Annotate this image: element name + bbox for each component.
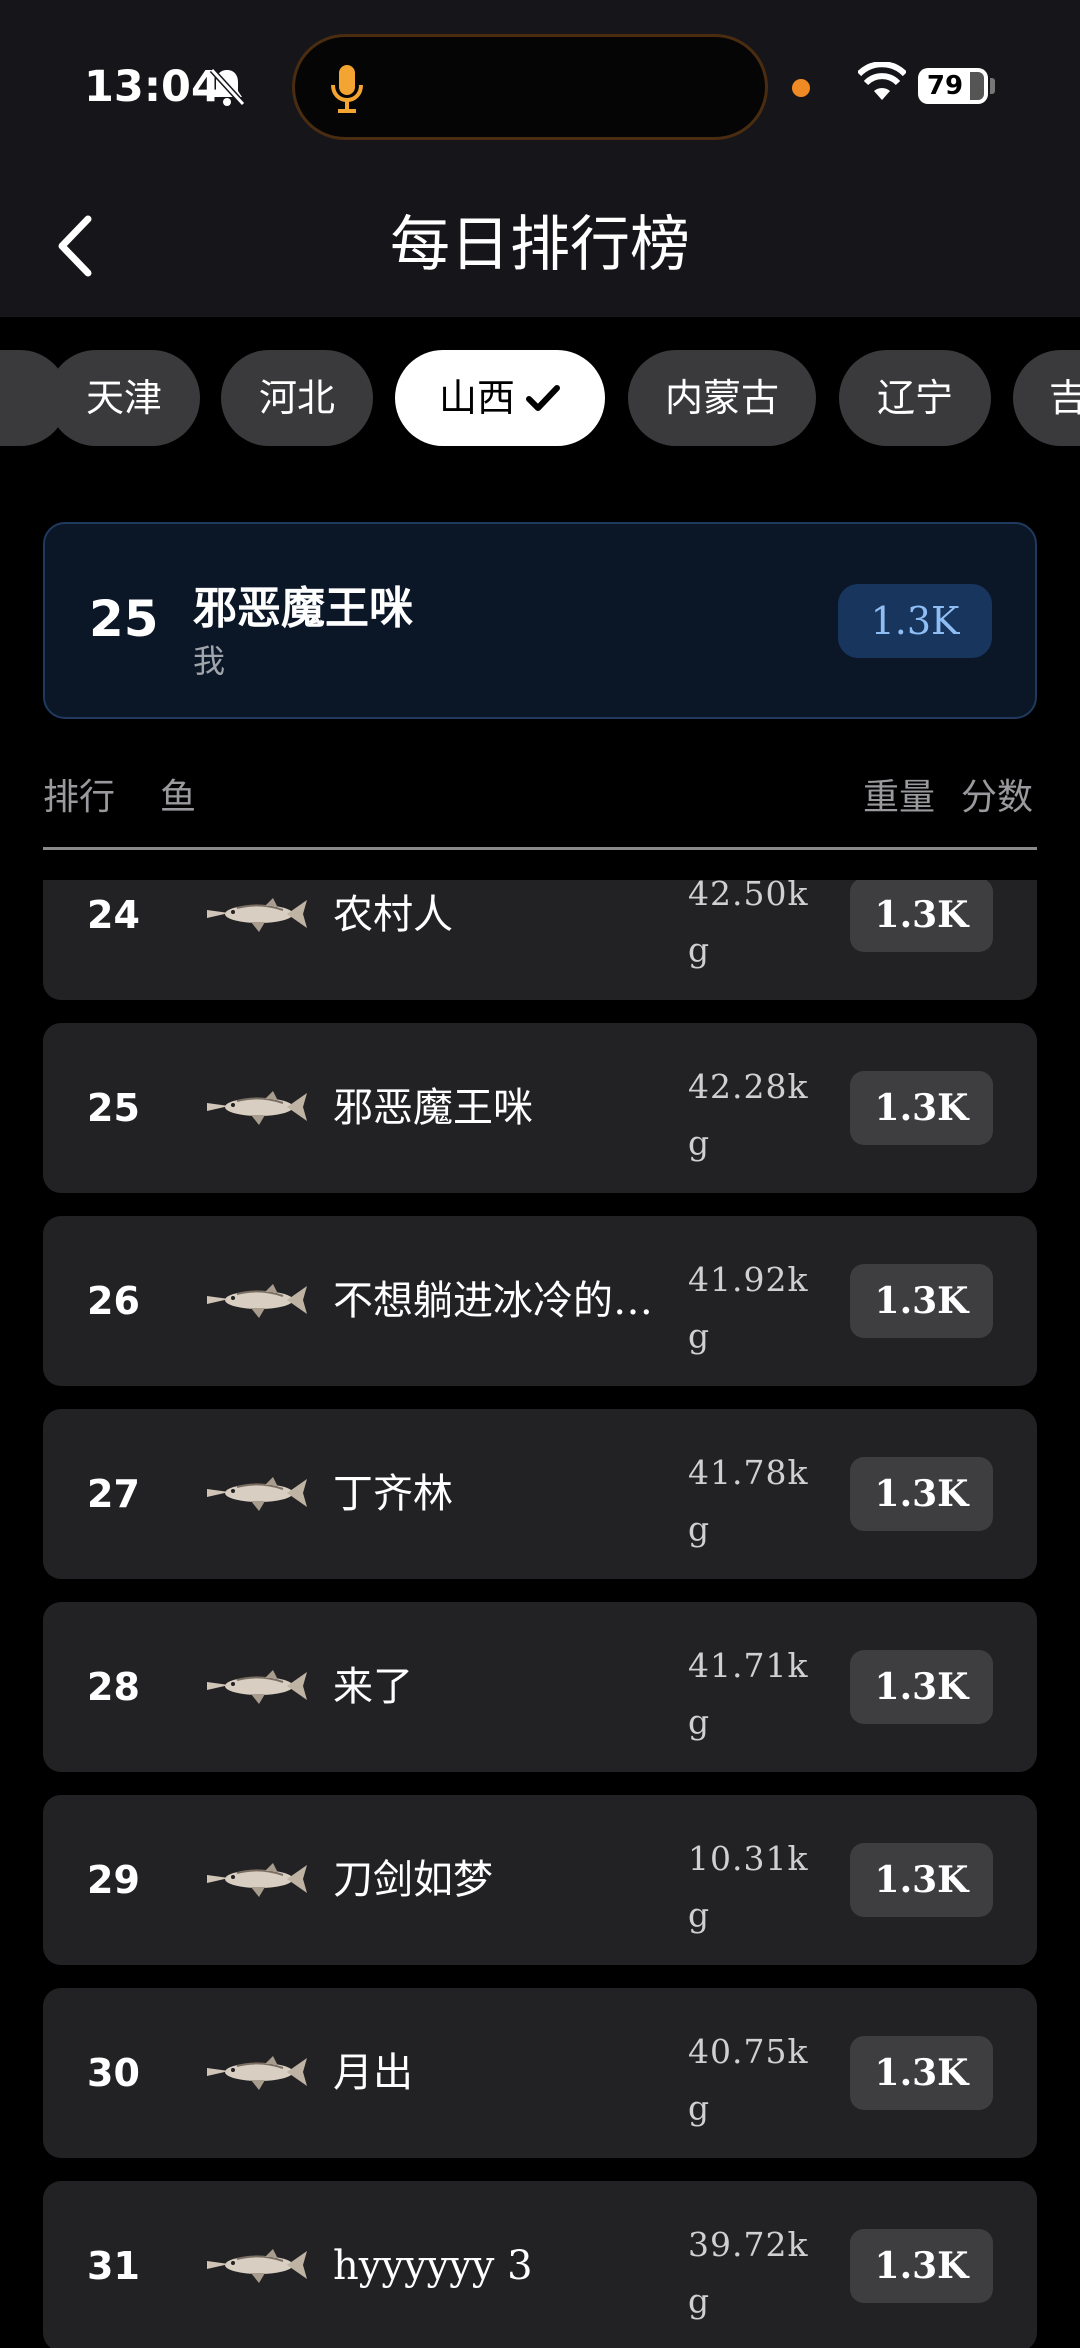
my-rank-score: 1.3K [838,584,992,658]
fish-icon [207,898,307,932]
row-rank: 31 [87,2244,140,2288]
rank-row[interactable]: 30 月出 40.75kg 1.3K [43,1988,1037,2158]
row-score: 1.3K [850,2229,993,2303]
province-chip-hebei[interactable]: 河北 [221,350,373,446]
province-chip-neimenggu[interactable]: 内蒙古 [628,350,816,446]
row-weight: 42.50kg [688,880,809,969]
row-weight: 10.31kg [688,1839,809,1934]
my-rank-card: 25 邪恶魔王咪 我 1.3K [43,522,1037,719]
header: 每日排行榜 [0,175,1080,317]
fish-icon [207,1284,307,1318]
row-fish-owner: 不想躺进冰冷的… [333,1278,653,1324]
row-rank: 26 [87,1279,140,1323]
row-weight: 41.71kg [688,1646,809,1741]
battery-level: 79 [926,71,964,101]
fish-icon [207,2249,307,2283]
row-score: 1.3K [850,880,993,952]
province-chip-tianjin[interactable]: 天津 [48,350,200,446]
row-fish-owner: 邪恶魔王咪 [333,1085,533,1131]
province-chip-jilin[interactable]: 吉 [1013,350,1080,446]
row-score: 1.3K [850,2036,993,2110]
status-time: 13:04 [84,62,221,112]
row-weight: 39.72kg [688,2225,809,2320]
row-weight: 41.92kg [688,1260,809,1355]
row-score: 1.3K [850,1264,993,1338]
row-rank: 25 [87,1086,140,1130]
mic-icon [331,65,363,113]
row-weight: 41.78kg [688,1453,809,1548]
row-fish-owner: hyyyyyy 3 [333,2243,533,2289]
province-chip-shanxi[interactable]: 山西 [395,350,605,446]
column-rank: 排行 [43,777,116,818]
page-title: 每日排行榜 [390,210,690,280]
row-fish-owner: 来了 [333,1664,413,1710]
row-rank: 30 [87,2051,140,2095]
row-weight: 40.75kg [688,2032,809,2127]
fish-icon [207,1670,307,1704]
check-icon [526,385,560,411]
fish-icon [207,1091,307,1125]
row-rank: 28 [87,1665,140,1709]
row-fish-owner: 农村人 [333,892,453,938]
row-score: 1.3K [850,1650,993,1724]
row-score: 1.3K [850,1457,993,1531]
rank-row[interactable]: 28 来了 41.71kg 1.3K [43,1602,1037,1772]
my-rank-subtitle: 我 [193,642,226,680]
my-rank-name: 邪恶魔王咪 [193,583,413,634]
column-weight: 重量 [863,777,936,818]
dynamic-island [292,34,768,140]
wifi-icon [858,62,906,100]
province-chip-label: 山西 [438,376,515,420]
row-rank: 24 [87,893,140,937]
province-tabs: 天津 河北 山西 内蒙古 辽宁 吉 [0,350,1080,446]
column-fish: 鱼 [160,777,197,818]
rank-list[interactable]: 24 农村人 42.50kg 1.3K 25 邪恶魔王咪 42.28kg 1.3… [0,880,1080,2348]
rank-row[interactable]: 24 农村人 42.50kg 1.3K [43,880,1037,1000]
row-fish-owner: 丁齐林 [333,1471,453,1517]
row-fish-owner: 刀剑如梦 [333,1857,493,1903]
fish-icon [207,1863,307,1897]
row-rank: 27 [87,1472,140,1516]
battery-nub [990,78,995,94]
status-bar: 13:04 79 [0,0,1080,175]
province-chip-liaoning[interactable]: 辽宁 [839,350,991,446]
rank-row[interactable]: 27 丁齐林 41.78kg 1.3K [43,1409,1037,1579]
battery-icon: 79 [918,68,988,104]
column-score: 分数 [961,777,1034,818]
rank-row[interactable]: 29 刀剑如梦 10.31kg 1.3K [43,1795,1037,1965]
row-fish-owner: 月出 [333,2050,413,2096]
fish-icon [207,2056,307,2090]
my-rank-number: 25 [89,590,159,648]
rank-row[interactable]: 26 不想躺进冰冷的… 41.92kg 1.3K [43,1216,1037,1386]
rank-row[interactable]: 31 hyyyyyy 3 39.72kg 1.3K [43,2181,1037,2348]
privacy-indicator [792,79,810,97]
row-score: 1.3K [850,1071,993,1145]
row-weight: 42.28kg [688,1067,809,1162]
row-rank: 29 [87,1858,140,1902]
fish-icon [207,1477,307,1511]
bell-off-icon [209,67,246,107]
column-header: 排行 鱼 重量 分数 [43,760,1037,850]
rank-row[interactable]: 25 邪恶魔王咪 42.28kg 1.3K [43,1023,1037,1193]
row-score: 1.3K [850,1843,993,1917]
